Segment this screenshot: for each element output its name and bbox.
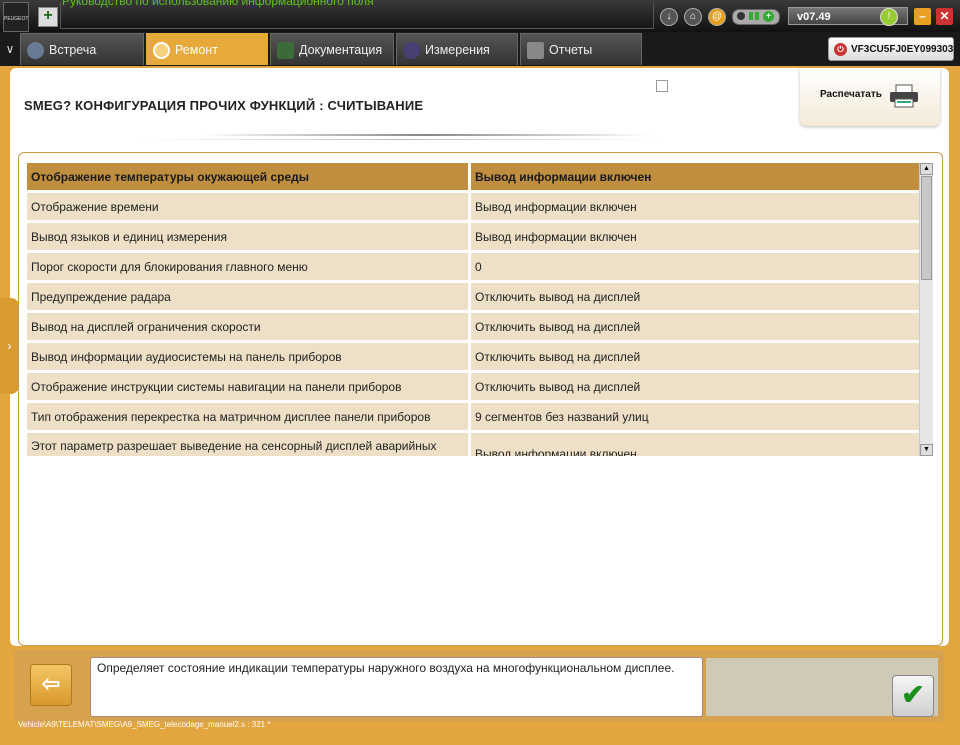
help-icon[interactable]: ! <box>880 8 898 26</box>
tab-measurements[interactable]: Измерения <box>396 33 518 65</box>
printer-icon <box>890 84 918 108</box>
tab-label: Ремонт <box>175 43 218 57</box>
table-cell-value: Отключить вывод на дисплей <box>471 343 919 371</box>
table-row[interactable]: Тип отображения перекрестка на матричном… <box>27 403 919 431</box>
table-cell-param: Вывод на дисплей ограничения скорости <box>27 313 468 341</box>
scroll-thumb[interactable] <box>921 176 932 280</box>
table-cell-param: Тип отображения перекрестка на матричном… <box>27 403 468 431</box>
minimize-icon: – <box>919 9 926 23</box>
table-cell-value: Вывод информации включен <box>471 223 919 251</box>
table-cell-value: Отключить вывод на дисплей <box>471 313 919 341</box>
peugeot-logo: PEUGEOT <box>3 2 29 32</box>
title-divider-secondary <box>140 139 660 140</box>
book-icon <box>277 42 294 59</box>
at-sign-icon[interactable]: @ <box>708 8 726 26</box>
close-button[interactable]: ✕ <box>936 8 953 25</box>
table-row[interactable]: Вывод информации аудиосистемы на панель … <box>27 343 919 371</box>
window-title: Руководство по использованию информацион… <box>62 0 374 8</box>
table-cell-value: Отключить вывод на дисплей <box>471 373 919 401</box>
battery-icon: + <box>732 9 780 25</box>
vin-label: VF3CU5FJ0EY099303 <box>851 44 954 55</box>
report-icon <box>527 42 544 59</box>
tab-reports[interactable]: Отчеты <box>520 33 642 65</box>
top-bar: PEUGEOT + Руководство по использованию и… <box>0 0 960 32</box>
table-row[interactable]: Вывод языков и единиц измерения Вывод ин… <box>27 223 919 251</box>
scroll-up-icon[interactable]: ▲ <box>920 163 933 175</box>
tab-remont[interactable]: Ремонт <box>146 33 268 65</box>
table-cell-value: 0 <box>471 253 919 281</box>
table-cell-value: 9 сегментов без названий улиц <box>471 403 919 431</box>
minimize-button[interactable]: – <box>914 8 931 25</box>
tab-label: Встреча <box>49 43 97 57</box>
expand-plus-icon[interactable]: + <box>38 7 58 27</box>
scroll-down-icon[interactable]: ▼ <box>920 444 933 456</box>
table-header-cell: Отображение температуры окужающей среды <box>27 163 468 191</box>
table-cell-value: Вывод информации включен <box>471 433 919 456</box>
download-icon[interactable]: ↓ <box>660 8 678 26</box>
page-title: SMEG? КОНФИГУРАЦИЯ ПРОЧИХ ФУНКЦИЙ : СЧИТ… <box>24 98 424 113</box>
logo-text: PEUGEOT <box>4 16 29 22</box>
table-cell-param: Отображение инструкции системы навигации… <box>27 373 468 401</box>
table-cell-param: Отображение времени <box>27 193 468 221</box>
arrow-left-icon: ⇦ <box>41 671 61 696</box>
print-label: Распечатать <box>820 89 882 100</box>
config-table: Отображение температуры окужающей среды … <box>27 163 919 456</box>
table-cell-param: Порог скорости для блокирования главного… <box>27 253 468 281</box>
print-button[interactable]: Распечатать <box>800 68 940 126</box>
table-cell-param: Предупреждение радара <box>27 283 468 311</box>
magnifier-icon <box>153 42 170 59</box>
side-expand-handle[interactable]: › <box>0 298 19 394</box>
table-row[interactable]: Вывод на дисплей ограничения скорости От… <box>27 313 919 341</box>
tab-vstrecha[interactable]: Встреча <box>20 33 144 65</box>
table-row[interactable]: Этот параметр разрешает выведение на сен… <box>27 433 919 456</box>
globe-icon <box>27 42 44 59</box>
wave-icon <box>403 42 420 59</box>
tab-label: Отчеты <box>549 43 593 57</box>
title-divider <box>200 134 650 136</box>
vin-button[interactable]: ⏻ VF3CU5FJ0EY099303 <box>828 37 954 61</box>
tab-documentation[interactable]: Документация <box>270 33 394 65</box>
table-row[interactable]: Предупреждение радара Отключить вывод на… <box>27 283 919 311</box>
confirm-button[interactable]: ✔ <box>892 675 934 717</box>
table-cell-param: Вывод языков и единиц измерения <box>27 223 468 251</box>
table-row[interactable]: Отображение времени Вывод информации вкл… <box>27 193 919 221</box>
table-header-cell: Вывод информации включен <box>471 163 919 191</box>
footer-path: Vehicle\A9\TELEMAT\SMEG\A9_SMEG_telecoda… <box>18 720 271 729</box>
table-scrollbar[interactable]: ▲ ▼ <box>919 163 933 456</box>
checkmark-icon: ✔ <box>901 679 925 710</box>
table-row[interactable]: Отображение инструкции системы навигации… <box>27 373 919 401</box>
table-cell-value: Отключить вывод на дисплей <box>471 283 919 311</box>
chevron-down-icon[interactable]: ∨ <box>2 40 18 58</box>
home-icon[interactable]: ⌂ <box>684 8 702 26</box>
tab-label: Документация <box>299 43 383 57</box>
small-checkbox[interactable] <box>656 80 668 92</box>
table-cell-param: Вывод информации аудиосистемы на панель … <box>27 343 468 371</box>
close-icon: ✕ <box>939 9 950 23</box>
tab-label: Измерения <box>425 43 490 57</box>
back-button[interactable]: ⇦ <box>30 664 72 706</box>
description-box: Определяет состояние индикации температу… <box>90 657 703 717</box>
table-cell-value: Вывод информации включен <box>471 193 919 221</box>
chevron-right-icon: › <box>7 339 12 353</box>
table-cell-param: Этот параметр разрешает выведение на сен… <box>27 433 468 456</box>
table-row[interactable]: Порог скорости для блокирования главного… <box>27 253 919 281</box>
tab-bar: ∨ Встреча Ремонт Документация Измерения … <box>0 32 960 66</box>
table-header-row: Отображение температуры окужающей среды … <box>27 163 919 191</box>
power-icon: ⏻ <box>834 43 847 56</box>
